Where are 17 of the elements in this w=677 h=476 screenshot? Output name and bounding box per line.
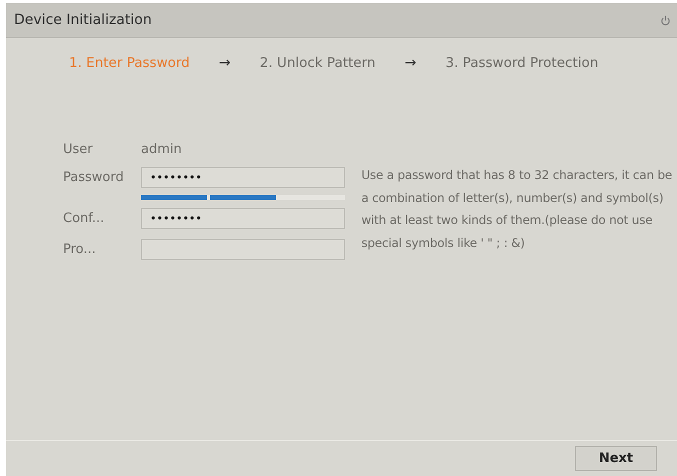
power-icon[interactable] — [660, 14, 671, 26]
password-hint: Use a password that has 8 to 32 characters, it can be a combination of letter(s), number(s) and symbol(s) with at least two kinds of them.(please do not use special symbols like ' " ; : &) — [361, 167, 674, 252]
field-label: Pro... — [63, 242, 97, 257]
field-label: Password — [63, 170, 125, 185]
user-value: admin — [141, 142, 183, 157]
input-field[interactable]: •••••••• — [141, 167, 345, 188]
next-button[interactable]: Next — [575, 446, 657, 471]
input-field[interactable]: •••••••• — [141, 208, 345, 229]
field-label: Conf... — [63, 211, 106, 226]
window-title: Device Initialization — [14, 12, 152, 28]
step-label: 1. Enter Password — [69, 55, 190, 71]
input-field[interactable] — [141, 239, 345, 260]
field-label: User — [63, 142, 94, 157]
step-label: 3. Password Protection — [446, 55, 598, 71]
arrow-separator: → — [404, 55, 418, 71]
arrow-separator: → — [218, 55, 232, 71]
step-label: 2. Unlock Pattern — [260, 55, 376, 71]
